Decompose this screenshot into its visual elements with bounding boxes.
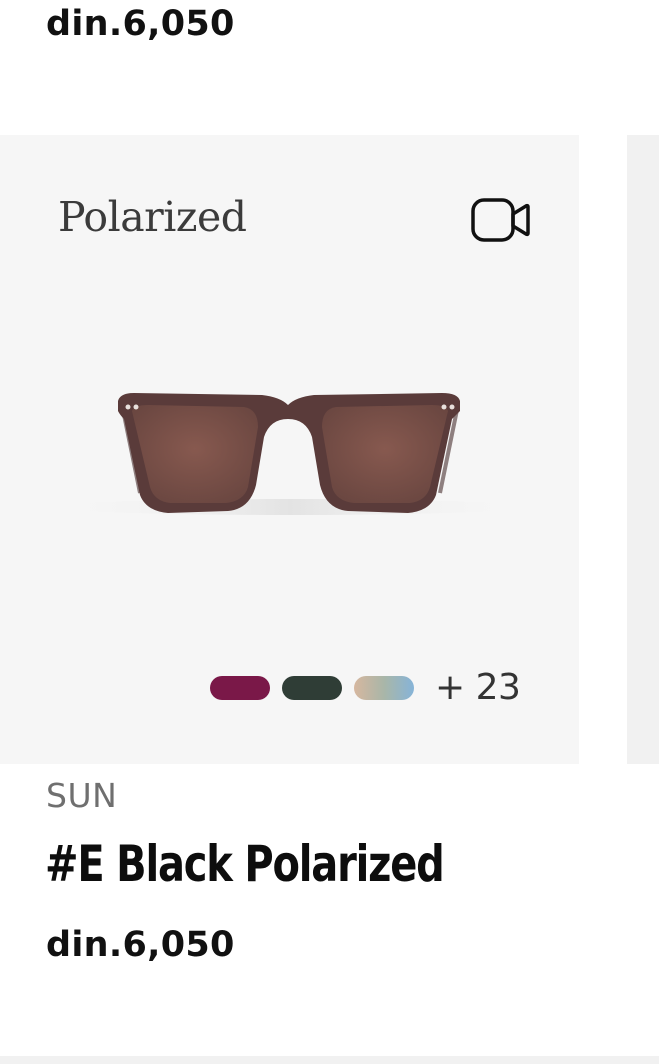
product-card[interactable]: Polarized + 23 <box>0 135 579 764</box>
product-category: SUN <box>46 776 118 815</box>
more-colors-count[interactable]: + 23 <box>435 667 521 709</box>
product-name[interactable]: #E Black Polarized <box>45 834 445 894</box>
next-row-card-edge <box>0 1056 659 1064</box>
video-button[interactable] <box>468 194 534 246</box>
video-camera-icon <box>471 198 530 242</box>
swatch-burgundy[interactable] <box>210 676 270 700</box>
polarized-badge: Polarized <box>58 193 247 241</box>
product-price: din.6,050 <box>46 925 235 965</box>
product-listing-page: din.6,050 Polarized + 23 SUN #E Black Po… <box>0 0 659 1064</box>
swatch-tortoise-blue[interactable] <box>354 676 414 700</box>
next-product-card-edge[interactable] <box>627 135 659 764</box>
previous-product-price: din.6,050 <box>46 4 235 44</box>
swatch-dark-green[interactable] <box>282 676 342 700</box>
sunglasses-image[interactable] <box>30 375 550 535</box>
color-swatches: + 23 <box>210 667 521 709</box>
